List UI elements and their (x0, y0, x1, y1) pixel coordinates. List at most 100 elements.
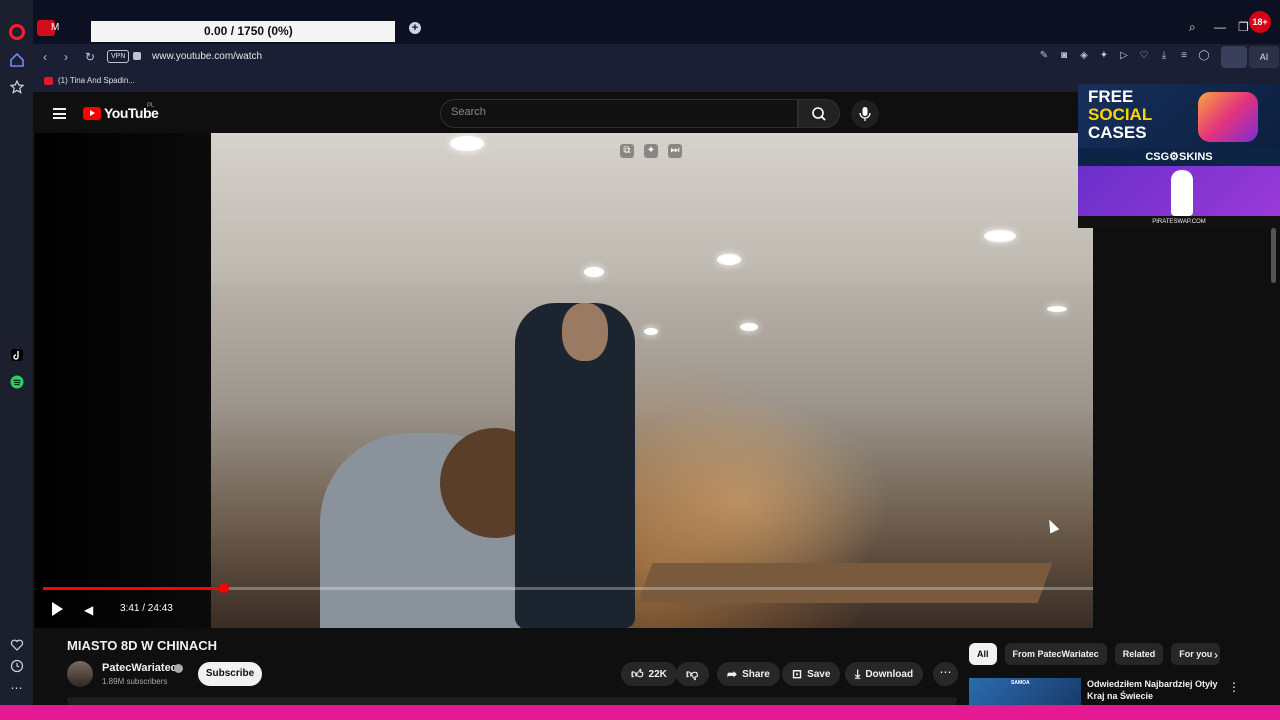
save-label: Save (807, 668, 831, 680)
download-icon[interactable]: ⤓ (1158, 49, 1170, 63)
chip-all[interactable]: All (969, 643, 997, 665)
like-button[interactable]: 👍︎ 22K (621, 662, 677, 686)
time-display: 3:41 / 24:43 (120, 603, 173, 614)
restore-icon[interactable]: ❐ (1238, 20, 1249, 34)
ceiling-light (644, 328, 658, 335)
recommendation-thumbnail[interactable]: SAMOA (969, 678, 1081, 705)
description-box[interactable] (67, 697, 957, 705)
spotify-icon[interactable] (8, 373, 25, 390)
player-top-icons: ⧉ ✦ ⏭ (620, 144, 682, 158)
scrollbar[interactable] (1271, 228, 1276, 283)
skip-icon[interactable]: ⏭ (668, 144, 682, 158)
star-icon[interactable] (8, 78, 25, 95)
player-icon[interactable]: ▷ (1118, 49, 1130, 63)
ceiling-light (584, 267, 604, 277)
vpn-badge[interactable]: VPN (107, 50, 130, 63)
bookmark-item[interactable]: (1) Tina And Spadin... (58, 76, 135, 85)
advertisement[interactable]: FREE SOCIAL CASES CSG⚙SKINS PIRATESWAP.C… (1078, 84, 1280, 228)
reload-icon[interactable]: ↻ (85, 50, 95, 64)
video-table (637, 563, 1053, 603)
more-actions-icon[interactable]: ⋯ (933, 662, 958, 686)
address-bar: ‹ › ↻ VPN www.youtube.com/watch ✎ ◙ ◈ ✦ … (33, 44, 1280, 70)
toolbar-icons: ✎ ◙ ◈ ✦ ▷ ♡ ⤓ ≡ ◯ (1038, 49, 1210, 63)
thumbnail-label: SAMOA (1011, 680, 1030, 686)
new-tab-button[interactable]: + (409, 22, 421, 34)
ad-text-social: SOCIAL (1088, 105, 1153, 124)
ceiling-light (450, 136, 484, 151)
secondary-column (1093, 228, 1280, 628)
thumbs-down-icon: 👎︎ (686, 666, 699, 681)
extension-icon[interactable]: ✦ (1098, 49, 1110, 63)
video-dark-edge (35, 133, 211, 628)
ambient-icon[interactable]: ✦ (644, 144, 658, 158)
youtube-bookmark-icon[interactable] (44, 77, 53, 85)
tab-bar: M 0.00 / 1750 (0%) + ⌕ — ❐ (33, 0, 1280, 44)
verified-icon (174, 664, 183, 673)
edit-icon[interactable]: ✎ (1038, 49, 1050, 63)
progress-fill (43, 587, 225, 590)
miniplayer-icon[interactable]: ⧉ (620, 144, 634, 158)
shield-icon[interactable]: ◈ (1078, 49, 1090, 63)
url-field[interactable]: www.youtube.com/watch (152, 51, 262, 62)
bookmark-icon: ⊡ (792, 667, 803, 681)
volume-icon[interactable]: ◀ (84, 603, 96, 617)
dislike-button[interactable]: 👎︎ (676, 662, 709, 686)
ai-button[interactable]: AI (1249, 46, 1279, 68)
forward-icon[interactable]: › (64, 50, 68, 64)
channel-name[interactable]: PatecWariatec (102, 662, 177, 674)
download-label: Download (865, 668, 914, 680)
region-label: PL (147, 103, 155, 109)
heart-icon[interactable] (8, 636, 25, 653)
voice-search-button[interactable] (851, 100, 879, 128)
chip-from-channel[interactable]: From PatecWariatec (1004, 643, 1107, 665)
chevron-right-icon[interactable]: › (1214, 648, 1218, 662)
lock-icon[interactable] (133, 52, 141, 60)
recommendation-menu-icon[interactable]: ⋮ (1228, 680, 1240, 694)
play-icon[interactable] (52, 602, 63, 616)
opera-logo-icon[interactable] (9, 24, 25, 40)
more-options-icon[interactable]: ⋯ (8, 679, 25, 696)
hamburger-menu-icon[interactable] (53, 108, 66, 119)
camera-icon[interactable]: ◙ (1058, 49, 1070, 63)
ceiling-light (740, 323, 758, 331)
microphone-icon (859, 107, 871, 121)
profile-icon[interactable]: ◯ (1198, 49, 1210, 63)
thumbs-up-icon: 👍︎ (631, 666, 644, 681)
tab-title-fragment[interactable]: M (51, 22, 59, 33)
back-icon[interactable]: ‹ (43, 50, 47, 64)
tiktok-icon[interactable] (8, 346, 25, 363)
like-count: 22K (648, 668, 667, 680)
recommendation-title[interactable]: Odwiedziłem Najbardziej Otyły Kraj na Św… (1087, 678, 1222, 702)
taskbar-strip (0, 705, 1280, 720)
video-player[interactable]: ⧉ ✦ ⏭ ◀ 3:41 / 24:43 ㏄ ⚙ ▭ ⤢ (35, 133, 1093, 628)
share-label: Share (742, 668, 770, 680)
subscribe-button[interactable]: Subscribe (198, 662, 262, 686)
save-button[interactable]: ⊡ Save (782, 662, 841, 686)
heart-icon[interactable]: ♡ (1138, 49, 1150, 63)
subscriber-count: 1.89M subscribers (102, 677, 168, 686)
search-button[interactable] (798, 99, 840, 128)
menu-icon[interactable]: ≡ (1178, 49, 1190, 63)
minimize-icon[interactable]: — (1214, 20, 1226, 34)
search-tabs-icon[interactable]: ⌕ (1189, 20, 1196, 35)
download-icon: ⤓ (855, 666, 861, 681)
search-icon (812, 107, 826, 121)
screen: ⋯ M 0.00 / 1750 (0%) + ⌕ — ❐ 18+ ‹ › ↻ V… (0, 0, 1280, 720)
ceiling-light (717, 254, 741, 265)
video-person-head (562, 303, 608, 361)
search-input[interactable] (451, 106, 781, 118)
history-icon[interactable] (8, 657, 25, 674)
download-button[interactable]: ⤓ Download (845, 662, 924, 686)
opera-sidebar: ⋯ (0, 0, 33, 705)
home-icon[interactable] (8, 51, 25, 68)
youtube-logo-icon[interactable] (83, 107, 101, 120)
chip-for-you[interactable]: For you (1171, 643, 1221, 665)
share-button[interactable]: ➦ Share (717, 662, 780, 686)
chip-related[interactable]: Related (1114, 643, 1164, 665)
ad-mascot-icon (1171, 170, 1193, 216)
extension-button[interactable] (1221, 46, 1247, 68)
channel-avatar[interactable] (67, 661, 93, 687)
age-badge: 18+ (1249, 11, 1271, 33)
ad-text-free: FREE (1088, 87, 1134, 106)
ad-footer: PIRATESWAP.COM (1078, 216, 1280, 228)
